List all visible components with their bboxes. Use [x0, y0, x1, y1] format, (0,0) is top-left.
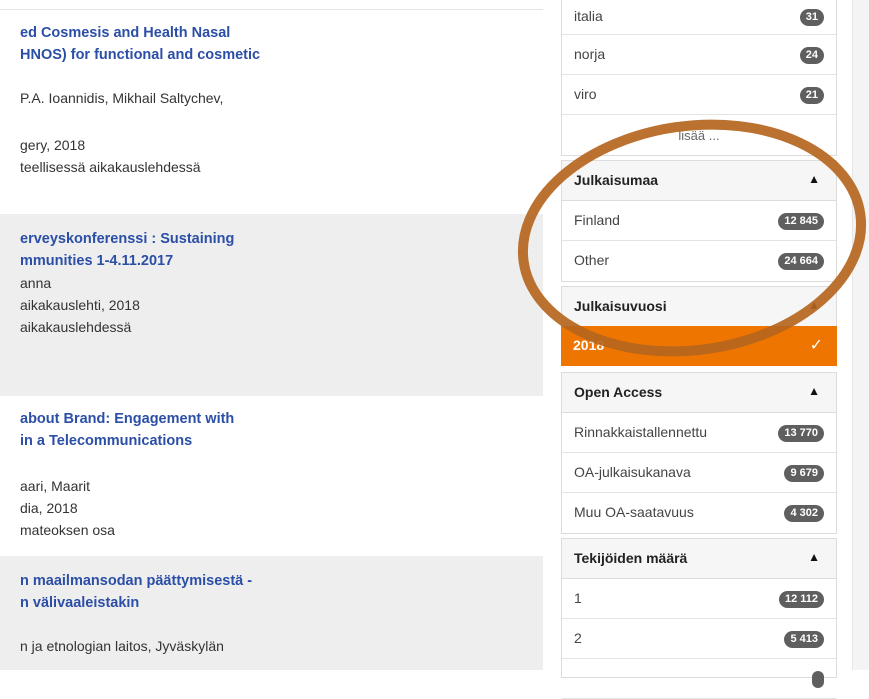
facet-panel-country: italia 31 norja 24 viro 21 lisää ...: [561, 0, 837, 156]
facet-item-label: norja: [574, 46, 606, 62]
facet-item[interactable]: norja 24: [562, 35, 836, 75]
result-source: dia, 2018: [20, 500, 78, 516]
count-badge: 13 770: [778, 425, 824, 442]
count-badge: 5 413: [784, 631, 824, 648]
result-meta: n ja etnologian laitos, Jyväskylän: [20, 638, 224, 654]
facet-item-label: viro: [574, 86, 597, 102]
facet-header-label: Julkaisumaa: [574, 172, 659, 188]
divider: [0, 9, 543, 10]
facet-item[interactable]: 1 12 112: [562, 579, 836, 619]
count-badge: 12 845: [778, 213, 824, 230]
result-title-link[interactable]: ed Cosmesis and Health Nasal: [20, 22, 230, 44]
facet-item[interactable]: viro 21: [562, 75, 836, 115]
triangle-up-icon: ▲: [808, 384, 820, 398]
facet-header-label: Tekijöiden määrä: [574, 550, 688, 566]
result-title-link[interactable]: n maailmansodan päättymisestä -: [20, 570, 252, 592]
result-item: about Brand: Engagement with in a Teleco…: [0, 396, 543, 556]
chevron-down-icon: ✓: [809, 337, 823, 354]
facet-item-label: 1: [574, 590, 582, 606]
facet-item-label: Muu OA-saatavuus: [574, 504, 694, 520]
facet-item[interactable]: Rinnakkaistallennettu 13 770: [562, 413, 836, 453]
facet-header[interactable]: Julkaisumaa ▲: [562, 161, 836, 201]
count-badge: 31: [799, 9, 824, 26]
result-source: aikakauslehti, 2018: [20, 297, 140, 313]
facet-panel-author-count: Tekijöiden määrä ▲ 1 12 112 2 5 413: [561, 538, 837, 699]
count-badge: 24: [799, 47, 824, 64]
facet-header[interactable]: Julkaisuvuosi ▲: [562, 287, 836, 327]
facet-item-label: 2: [574, 630, 582, 646]
result-authors: P.A. Ioannidis, Mikhail Saltychev,: [20, 90, 224, 106]
show-more-link[interactable]: lisää ...: [562, 128, 836, 143]
count-badge: 12 112: [778, 591, 824, 608]
result-source: gery, 2018: [20, 137, 86, 153]
result-title-link[interactable]: about Brand: Engagement with: [20, 408, 234, 430]
count-badge: [812, 671, 824, 688]
facet-header[interactable]: Open Access ▲: [562, 373, 836, 413]
facet-item-label: Rinnakkaistallennettu: [574, 424, 708, 440]
selected-year-filter[interactable]: 2018 ✓: [561, 326, 837, 366]
result-type: teellisessä aikakauslehdessä: [20, 159, 201, 175]
facet-panel-open-access: Open Access ▲ Rinnakkaistallennettu 13 7…: [561, 372, 837, 534]
result-item: ed Cosmesis and Health Nasal HNOS) for f…: [0, 20, 543, 210]
facet-panel-publication-country: Julkaisumaa ▲ Finland 12 845 Other 24 66…: [561, 160, 837, 282]
count-badge: 24 664: [778, 253, 824, 270]
result-authors: aari, Maarit: [20, 478, 91, 494]
count-badge: 9 679: [784, 465, 824, 482]
facet-header-label: Open Access: [574, 384, 663, 400]
result-title-link[interactable]: HNOS) for functional and cosmetic: [20, 44, 260, 66]
facet-item[interactable]: Muu OA-saatavuus 4 302: [562, 493, 836, 533]
facet-header[interactable]: Tekijöiden määrä ▲: [562, 539, 836, 579]
result-type: mateoksen osa: [20, 522, 115, 538]
result-type: aikakauslehdessä: [20, 319, 132, 335]
facet-item[interactable]: italia 31: [562, 0, 836, 35]
facet-header-label: Julkaisuvuosi: [574, 298, 667, 314]
result-item: erveyskonferenssi : Sustaining mmunities…: [0, 214, 543, 396]
scrollbar[interactable]: [852, 0, 869, 670]
result-authors: anna: [20, 275, 52, 291]
result-title-link[interactable]: erveyskonferenssi : Sustaining: [20, 228, 234, 250]
triangle-up-icon: ▲: [808, 172, 820, 186]
facet-item[interactable]: Finland 12 845: [562, 201, 836, 241]
facet-item-label: OA-julkaisukanava: [574, 464, 691, 480]
count-badge: 21: [799, 87, 824, 104]
facet-item[interactable]: [562, 659, 836, 699]
result-item: n maailmansodan päättymisestä - n väliva…: [0, 556, 543, 670]
triangle-up-icon: ▲: [808, 298, 820, 312]
search-results-list: ed Cosmesis and Health Nasal HNOS) for f…: [0, 0, 543, 670]
facet-item[interactable]: OA-julkaisukanava 9 679: [562, 453, 836, 493]
facet-item-label: italia: [574, 8, 603, 24]
facet-item-label: Finland: [574, 212, 620, 228]
facet-item[interactable]: Other 24 664: [562, 241, 836, 281]
facet-item[interactable]: 2 5 413: [562, 619, 836, 659]
triangle-up-icon: ▲: [808, 550, 820, 564]
facet-item-label: Other: [574, 252, 610, 268]
result-title-link[interactable]: in a Telecommunications: [20, 430, 192, 452]
result-title-link[interactable]: mmunities 1-4.11.2017: [20, 250, 173, 272]
facet-panel-publication-year: Julkaisuvuosi ▲ 2018 ✓: [561, 286, 837, 366]
result-title-link[interactable]: n välivaaleistakin: [20, 592, 139, 614]
count-badge: 4 302: [784, 505, 824, 522]
selected-year-label: 2018: [573, 337, 605, 353]
